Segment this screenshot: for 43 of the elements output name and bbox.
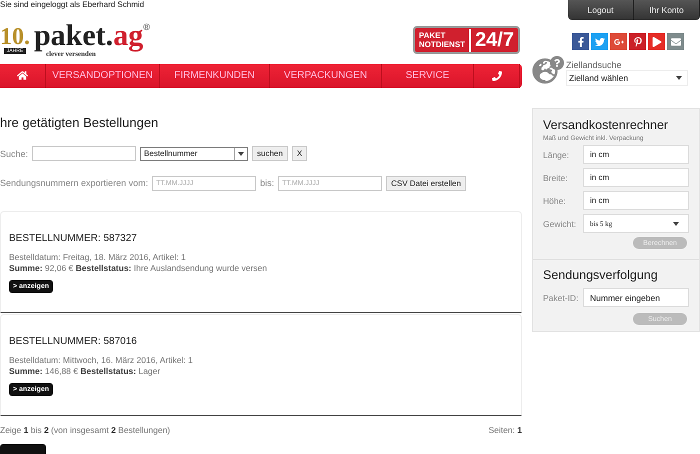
csv-export-button[interactable]: CSV Datei erstellen [386,176,466,191]
account-button[interactable]: Logout [568,0,634,20]
caret-icon [676,76,682,80]
search-label: Suche: [0,148,28,159]
field-label: Höhe: [543,196,567,206]
package-id-field[interactable]: Nummer eingeben [583,288,689,307]
order-number: BESTELLNUMMER: 587327 [9,233,138,244]
destination-label: Ziellandsuche [566,60,623,70]
pagination-summary: Zeige 1 bis 2 (von insgesamt 2 Bestellungen) [0,425,170,436]
calculator-title: Versandkostenrechner [543,118,670,132]
field-label: Länge: [543,150,570,160]
emergency-service-badge[interactable]: PAKET NOTDIENST 24/7 [412,26,520,54]
account-button[interactable]: Ihr Konto [634,0,700,20]
order-summary: Summe: 146,88 € Bestellstatus: Lager [9,366,160,376]
field-label: Gewicht: [543,218,578,228]
caret-icon [238,152,244,156]
search-button[interactable]: suchen [252,146,288,162]
login-status-text: Sie sind eingeloggt als Eberhard Schmid [0,0,146,11]
mail-icon[interactable] [667,33,684,50]
export-label: Sendungsnummern exportieren vom: [0,178,148,188]
field-label: Paket-ID: [543,292,580,302]
destination-select[interactable]: Zielland wählen [566,70,688,86]
order-date: Bestelldatum: Freitag, 18. März 2016, Artikel: 1 [9,252,187,262]
field-label: Breite: [543,172,569,182]
clear-button[interactable]: X [292,146,308,162]
page-title: hre getätigten Bestellungen [0,114,160,130]
google-plus-icon[interactable] [610,33,627,50]
order-date: Bestelldatum: Mittwoch, 16. März 2016, Artikel: 1 [9,355,194,366]
order-summary: Summe: 92,06 € Bestellstatus: Ihre Auslandsendung wurde versen [9,263,268,274]
youtube-icon[interactable] [648,33,665,50]
date-to-label: bis: [260,178,274,188]
search-field[interactable] [32,146,136,162]
dimension-field[interactable]: in cm [583,191,689,210]
pinterest-icon[interactable] [629,33,646,50]
search-type-select[interactable]: Bestellnummer [140,146,248,161]
twitter-icon[interactable] [591,33,608,50]
tracking-title: Sendungsverfolgung [543,268,659,282]
dimension-field[interactable]: in cm [583,168,689,187]
facebook-icon[interactable] [572,33,589,50]
order-number: BESTELLNUMMER: 587016 [9,336,138,348]
pages-label: Seiten: 1 [488,425,522,436]
caret-icon [673,222,679,226]
dimension-field[interactable]: in cm [583,145,689,164]
